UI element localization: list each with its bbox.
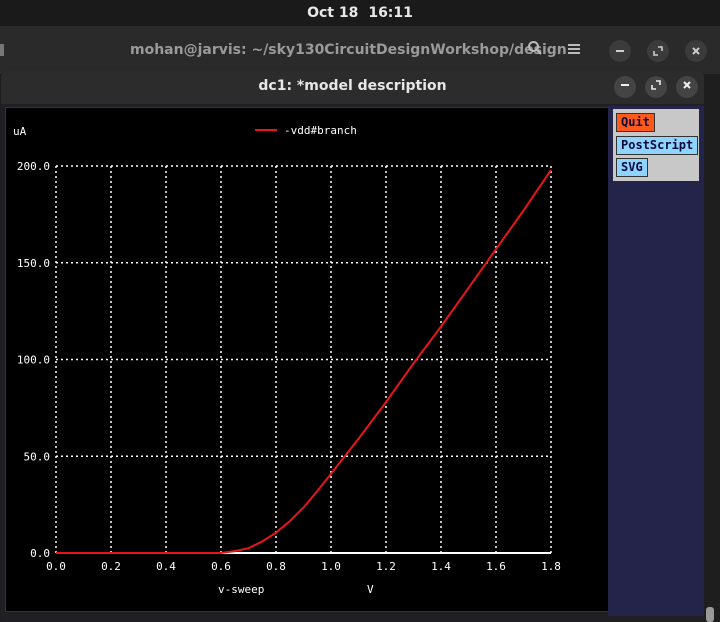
- x-tick-label: 0.8: [266, 560, 286, 573]
- y-tick-label: 150.0: [17, 257, 50, 270]
- window-edge: [0, 44, 4, 56]
- quit-button[interactable]: Quit: [616, 113, 655, 132]
- maximize-button[interactable]: [645, 76, 667, 98]
- series-line-vdd-branch: [56, 169, 552, 554]
- x-tick-label: 0.0: [46, 560, 66, 573]
- plot-window-title: dc1: *model description: [258, 78, 447, 94]
- scrollbar-thumb[interactable]: [706, 607, 714, 622]
- plot-window: dc1: *model description 0.0 0.2 0.4 0.6 0.8 1…: [1, 70, 704, 622]
- close-icon[interactable]: [685, 40, 707, 62]
- postscript-button[interactable]: PostScript: [616, 136, 699, 155]
- x-tick-label: 0.6: [211, 560, 231, 573]
- legend-label: -vdd#branch: [284, 124, 357, 137]
- x-tick-label: 1.6: [486, 560, 506, 573]
- tick-labels: 0.0 0.2 0.4 0.6 0.8 1.0 1.2 1.4 1.6 1.8 0.0 50.0 100…: [17, 160, 561, 573]
- system-date: Oct 18: [307, 5, 359, 21]
- dc-sweep-chart: 0.0 0.2 0.4 0.6 0.8 1.0 1.2 1.4 1.6 1.8 0.0 50.0 100…: [13, 124, 561, 596]
- maximize-icon[interactable]: [647, 40, 669, 62]
- x-tick-label: 0.4: [156, 560, 176, 573]
- y-tick-label: 50.0: [24, 450, 51, 463]
- system-top-bar: Oct 18 16:11: [0, 0, 720, 26]
- button-box: Quit PostScript SVG: [613, 109, 699, 181]
- background-terminal-header: mohan@jarvis: ~/sky130CircuitDesignWorks…: [0, 26, 720, 74]
- x-tick-label: 1.0: [321, 560, 341, 573]
- minimize-icon: [621, 84, 629, 86]
- minimize-button[interactable]: [614, 76, 636, 98]
- grid: [56, 166, 551, 553]
- y-tick-label: 200.0: [17, 160, 50, 173]
- x-axis-label: v-sweep: [218, 583, 264, 596]
- svg-button[interactable]: SVG: [616, 158, 648, 177]
- x-tick-label: 1.4: [431, 560, 451, 573]
- system-time: 16:11: [368, 5, 413, 21]
- close-icon: [683, 81, 691, 89]
- close-button[interactable]: [676, 76, 698, 98]
- menu-icon[interactable]: [563, 40, 585, 62]
- search-icon[interactable]: [524, 40, 546, 62]
- x-tick-label: 1.2: [376, 560, 396, 573]
- minimize-icon[interactable]: [609, 40, 631, 62]
- plot-window-header: dc1: *model description: [1, 70, 704, 104]
- control-panel: Quit PostScript SVG: [608, 106, 704, 616]
- x-tick-label: 1.8: [541, 560, 561, 573]
- maximize-icon: [651, 80, 661, 90]
- plot-area[interactable]: 0.0 0.2 0.4 0.6 0.8 1.0 1.2 1.4 1.6 1.8 0.0 50.0 100…: [5, 107, 610, 612]
- background-terminal-title: mohan@jarvis: ~/sky130CircuitDesignWorks…: [130, 42, 567, 58]
- x-tick-label: 0.2: [101, 560, 121, 573]
- y-tick-label: 100.0: [17, 354, 50, 367]
- y-tick-label: 0.0: [30, 547, 50, 560]
- x-unit-label: V: [367, 583, 374, 596]
- y-unit-label: uA: [13, 125, 27, 138]
